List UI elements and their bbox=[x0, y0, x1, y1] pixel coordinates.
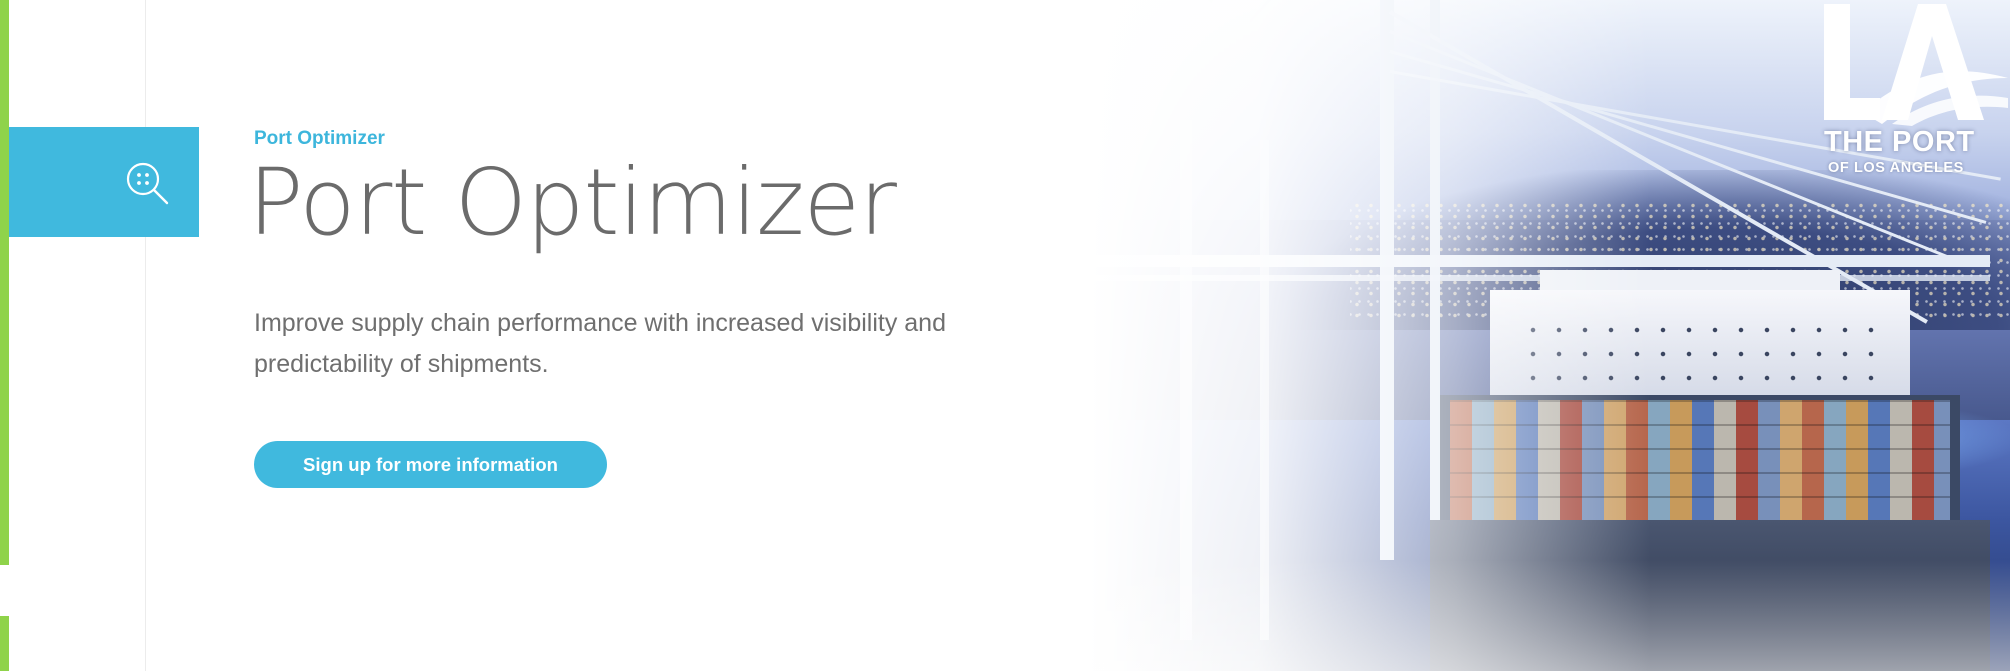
logo-text-of-los-angeles: OF LOS ANGELES bbox=[1828, 160, 1964, 176]
sign-up-button[interactable]: Sign up for more information bbox=[254, 441, 607, 488]
la-monogram-icon bbox=[1824, 4, 2008, 126]
logo-text-the-port: THE PORT bbox=[1824, 126, 1975, 158]
eyebrow-label: Port Optimizer bbox=[254, 128, 385, 149]
accent-rail-top bbox=[0, 0, 9, 565]
port-of-los-angeles-logo: THE PORT OF LOS ANGELES bbox=[1822, 0, 2010, 190]
page: THE PORT OF LOS ANGELES Port Optimizer P… bbox=[0, 0, 2010, 671]
hero-subtitle: Improve supply chain performance with in… bbox=[254, 309, 946, 378]
search-icon bbox=[126, 162, 169, 205]
search-button[interactable] bbox=[9, 127, 199, 237]
sidebar-divider bbox=[145, 0, 146, 671]
page-title: Port Optimizer bbox=[248, 149, 897, 256]
accent-rail-bottom bbox=[0, 616, 9, 671]
